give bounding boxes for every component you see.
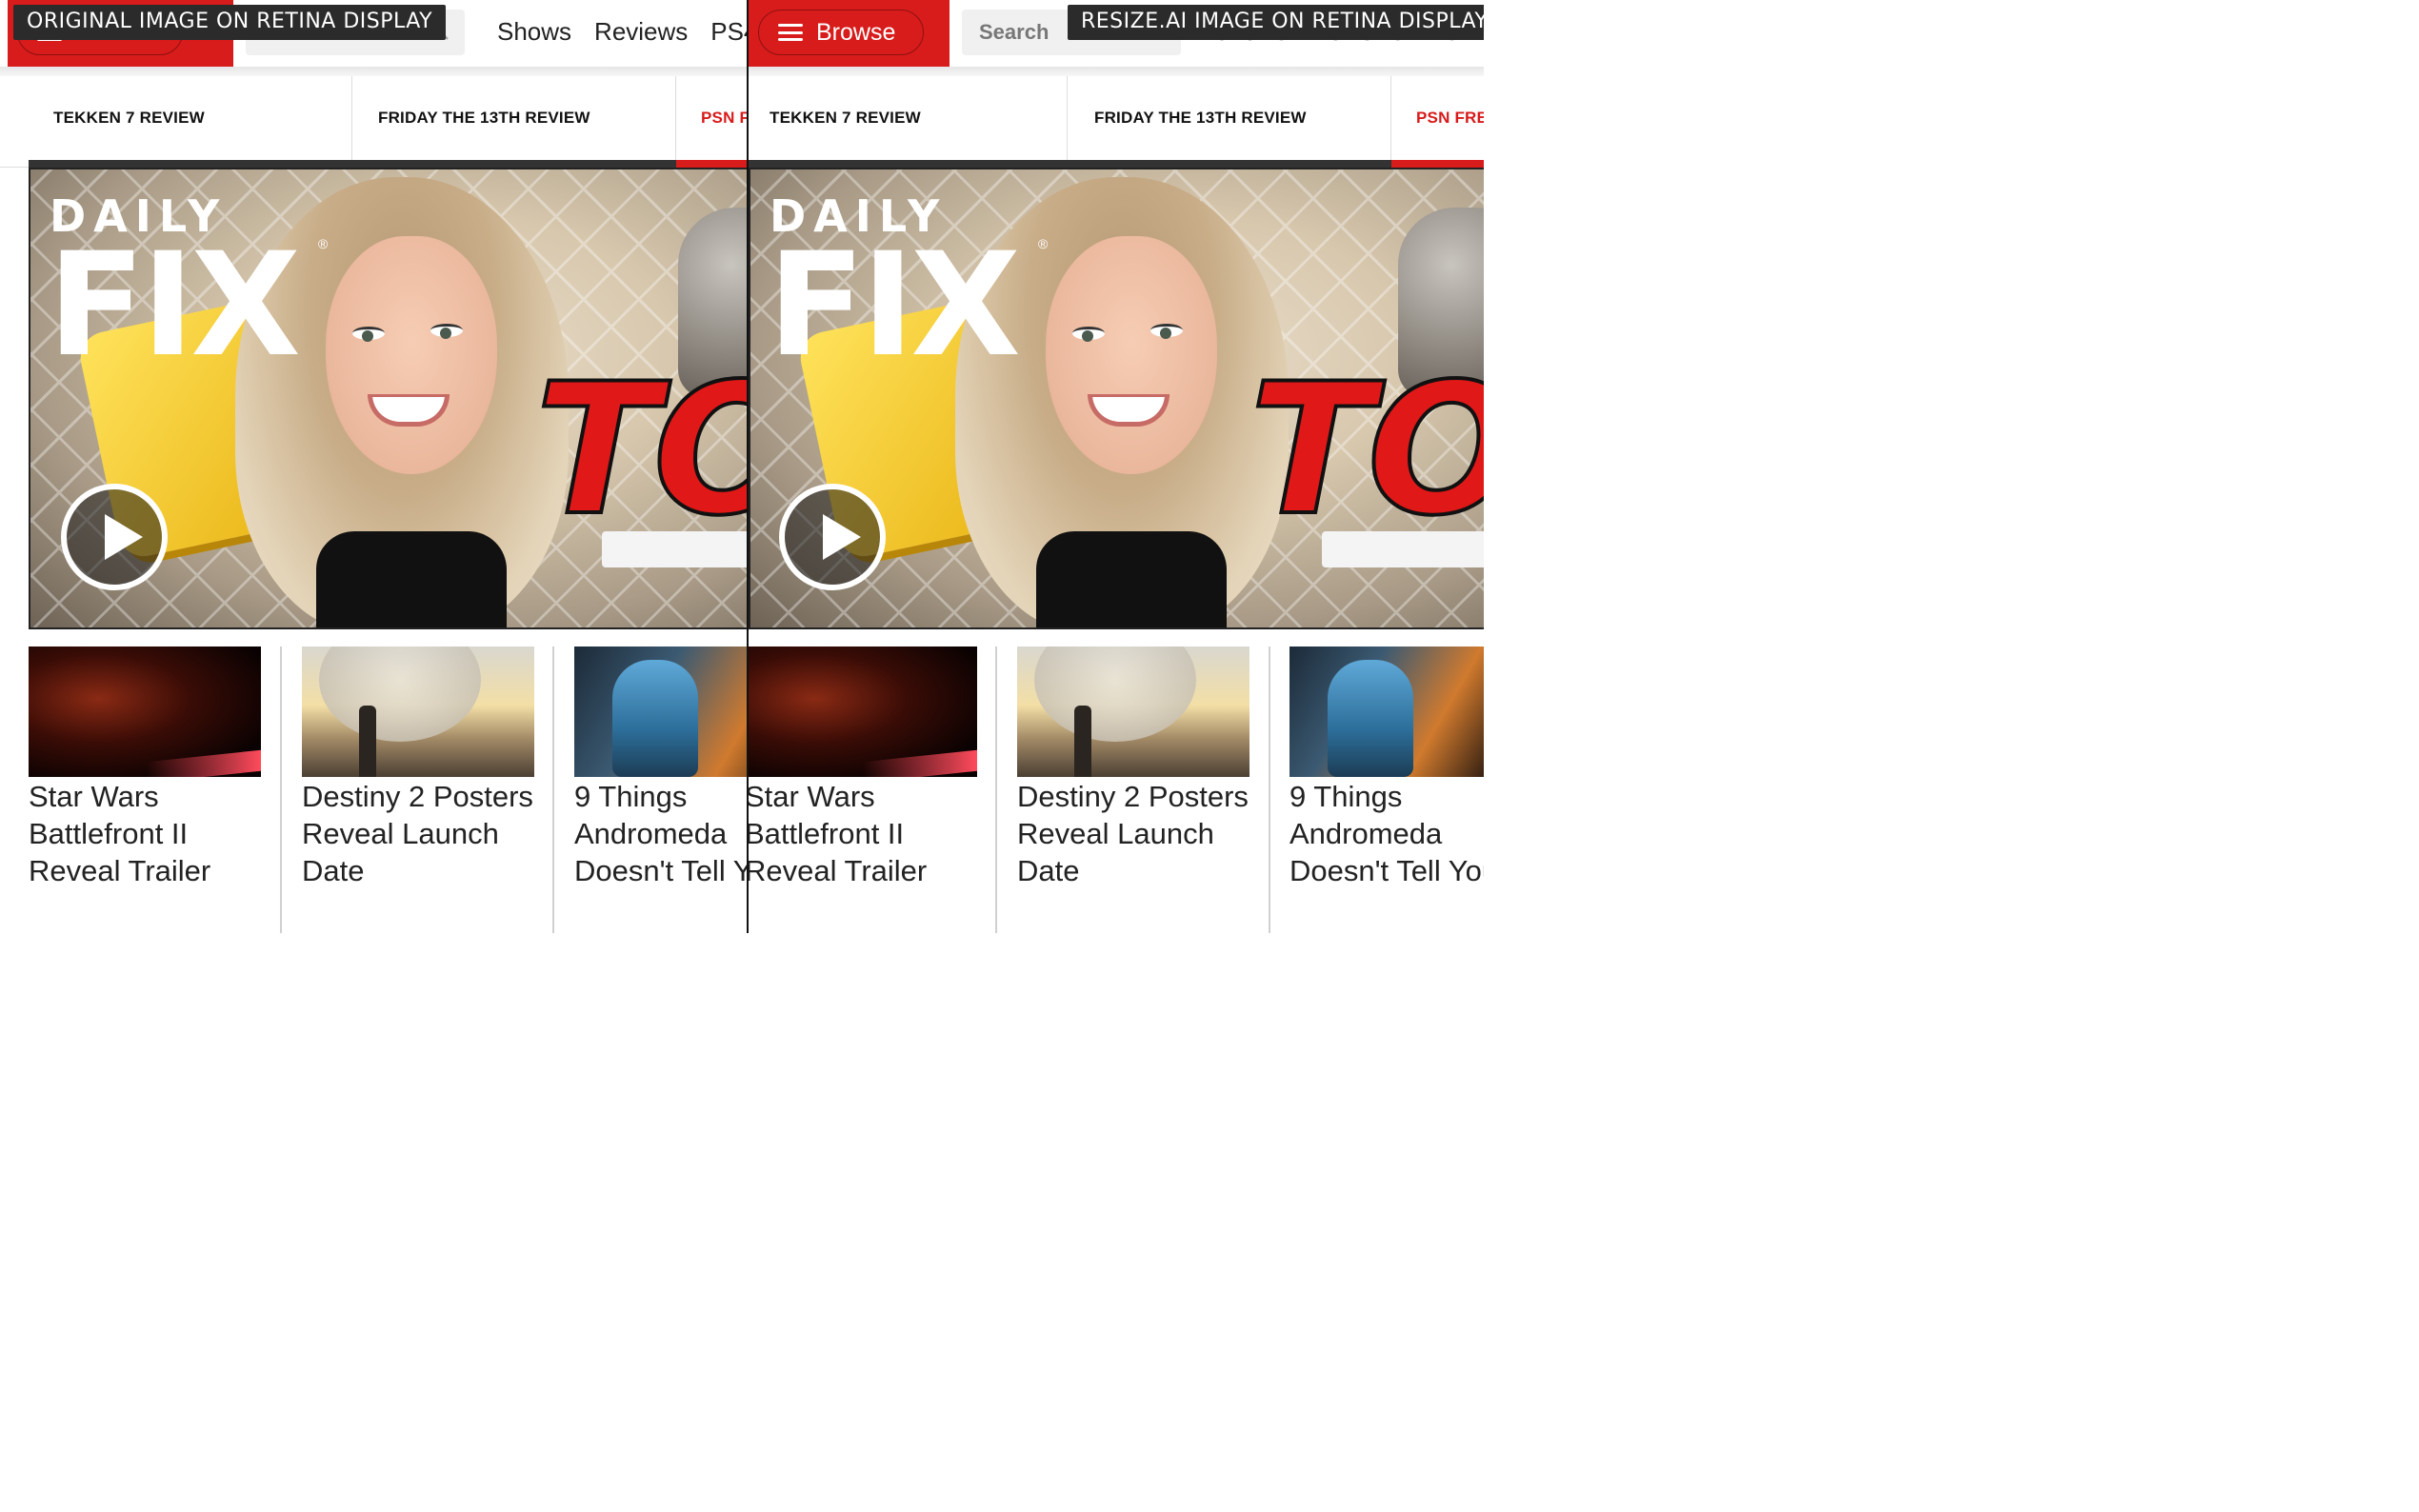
nav-reviews[interactable]: Reviews	[594, 17, 688, 47]
host-eye-left	[1072, 327, 1105, 342]
host-face	[326, 236, 497, 474]
tab-active-underline	[676, 160, 747, 168]
card-destiny-2[interactable]: Destiny 2 Posters Reveal Launch Date	[1017, 647, 1267, 933]
host-eye-left	[352, 327, 385, 342]
registered-mark: ®	[318, 236, 329, 251]
tab-friday-13th-review[interactable]: FRIDAY THE 13TH REVIEW	[1068, 76, 1391, 160]
thumbnail-destiny-2[interactable]	[1017, 647, 1249, 777]
browse-label: Browse	[816, 18, 896, 46]
thumbnail-destiny-2[interactable]	[302, 647, 534, 777]
headline-bar	[602, 531, 747, 567]
left-panel-original: Browse Search Shows Reviews PS4 ORIGINAL…	[0, 0, 747, 933]
card-destiny-2[interactable]: Destiny 2 Posters Reveal Launch Date	[302, 647, 551, 933]
card-title[interactable]: Star Wars Battlefront II Reveal Trailer	[29, 778, 276, 889]
card-title[interactable]: Destiny 2 Posters Reveal Launch Date	[1017, 778, 1265, 889]
search-placeholder: Search	[979, 20, 1050, 44]
host-eye-right	[1150, 324, 1183, 339]
card-title[interactable]: Star Wars Battlefront II Reveal Trailer	[749, 778, 992, 889]
headline-big-text: TO	[1248, 345, 1491, 555]
tab-psn-free[interactable]: PSN FREE	[1391, 76, 1493, 160]
thumbnail-star-wars[interactable]	[749, 647, 977, 777]
fix-logo-text: FIX	[48, 223, 301, 388]
card-title[interactable]: Destiny 2 Posters Reveal Launch Date	[302, 778, 550, 889]
tab-active-underline	[1391, 160, 1493, 168]
play-icon[interactable]	[779, 484, 886, 590]
header-shadow	[749, 67, 1493, 76]
tab-track	[29, 160, 676, 168]
card-separator	[995, 647, 997, 933]
card-separator	[1269, 647, 1270, 933]
tab-tekken-7-review[interactable]: TEKKEN 7 REVIEW	[749, 76, 1068, 160]
related-videos: Star Wars Battlefront II Reveal Trailer …	[749, 647, 1493, 933]
card-separator	[552, 647, 554, 933]
headline-bar	[1322, 531, 1489, 567]
video-hero[interactable]: DAILY FIX ® TO	[29, 168, 747, 629]
original-label: ORIGINAL IMAGE ON RETINA DISPLAY	[13, 5, 447, 40]
thumbnail-andromeda[interactable]	[574, 647, 747, 777]
comparison-divider	[747, 0, 749, 933]
fix-logo-text: FIX	[768, 223, 1021, 388]
resized-label: RESIZE.AI IMAGE ON RETINA DISPLAY	[1068, 5, 1493, 40]
card-andromeda[interactable]: 9 Things Andromeda Doesn't Tell You	[1289, 647, 1493, 933]
card-separator	[280, 647, 282, 933]
tab-track	[749, 160, 1391, 168]
trending-tabs: TEKKEN 7 REVIEW FRIDAY THE 13TH REVIEW P…	[0, 76, 747, 168]
host-face	[1046, 236, 1217, 474]
headline-big-text: TO	[533, 345, 747, 555]
thumbnail-star-wars[interactable]	[29, 647, 261, 777]
card-title[interactable]: 9 Things Andromeda Doesn't Tell You	[574, 778, 747, 889]
host-top	[1036, 531, 1227, 627]
right-panel-resized: Browse Search Shows Reviews PS4 RESIZE.A…	[749, 0, 1493, 933]
nav-shows[interactable]: Shows	[497, 17, 571, 47]
video-hero[interactable]: DAILY FIX ® TO	[749, 168, 1491, 629]
nav-links: Shows Reviews PS4	[497, 17, 747, 47]
card-star-wars[interactable]: Star Wars Battlefront II Reveal Trailer	[749, 647, 992, 933]
play-icon[interactable]	[61, 484, 168, 590]
tab-friday-13th-review[interactable]: FRIDAY THE 13TH REVIEW	[352, 76, 676, 160]
card-star-wars[interactable]: Star Wars Battlefront II Reveal Trailer	[29, 647, 278, 933]
card-andromeda[interactable]: 9 Things Andromeda Doesn't Tell You	[574, 647, 747, 933]
tab-psn-free[interactable]: PSN FREE	[676, 76, 747, 160]
host-eye-right	[430, 324, 463, 339]
browse-button[interactable]: Browse	[758, 10, 924, 55]
host-top	[316, 531, 507, 627]
tab-tekken-7-review[interactable]: TEKKEN 7 REVIEW	[8, 76, 352, 160]
trending-tabs: TEKKEN 7 REVIEW FRIDAY THE 13TH REVIEW P…	[749, 76, 1493, 168]
brand-block: Browse	[749, 0, 950, 67]
header-shadow	[0, 67, 747, 76]
page-gutter	[1484, 0, 1493, 933]
thumbnail-andromeda[interactable]	[1289, 647, 1489, 777]
hamburger-icon	[778, 24, 803, 41]
registered-mark: ®	[1038, 236, 1049, 251]
related-videos: Star Wars Battlefront II Reveal Trailer …	[0, 647, 747, 933]
card-title[interactable]: 9 Things Andromeda Doesn't Tell You	[1289, 778, 1493, 889]
nav-ps4[interactable]: PS4	[710, 17, 747, 47]
